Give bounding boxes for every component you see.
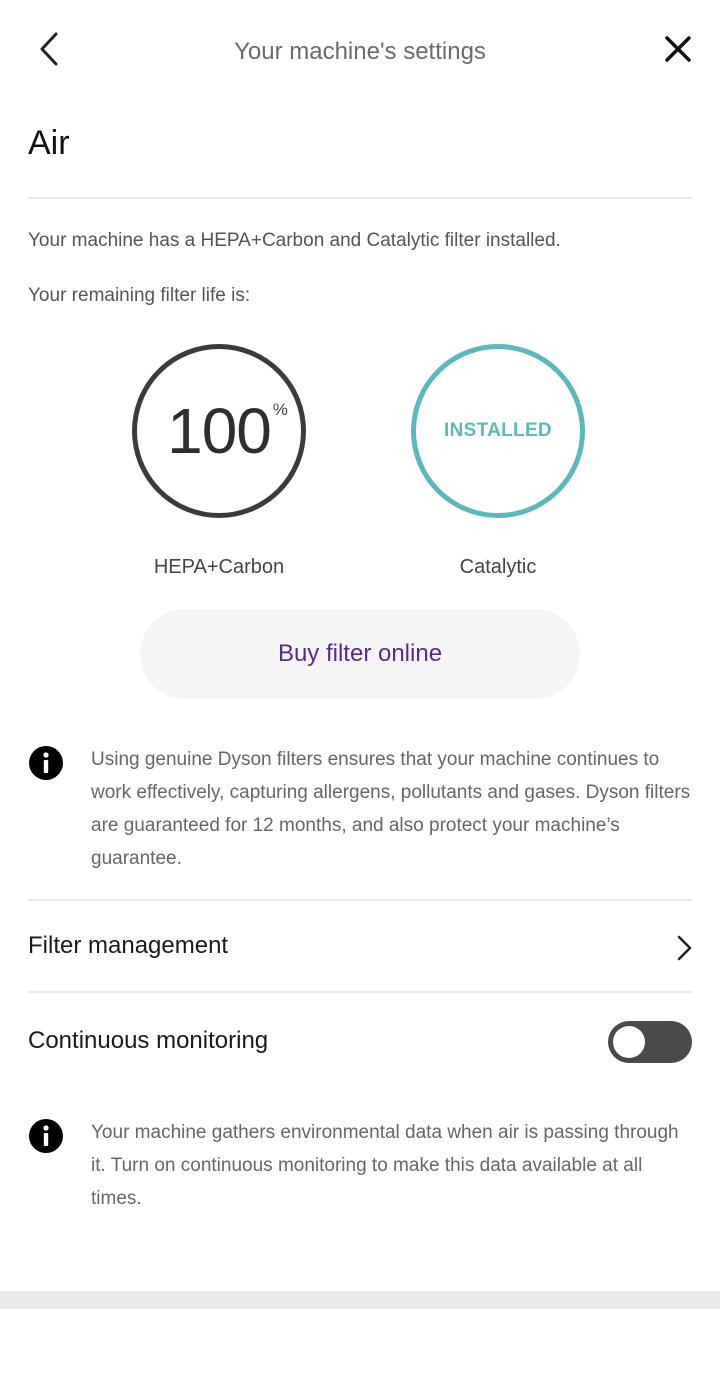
continuous-monitoring-toggle[interactable]	[608, 1021, 692, 1063]
divider	[28, 197, 692, 199]
percent-unit: %	[272, 400, 288, 419]
header: Your machine's settings	[0, 0, 720, 100]
installed-filters-text: Your machine has a HEPA+Carbon and Catal…	[28, 230, 561, 251]
remaining-life-label: Your remaining filter life is:	[28, 285, 251, 306]
continuous-monitoring-info-text: Your machine gathers environmental data …	[91, 1122, 679, 1209]
toggle-knob	[613, 1026, 645, 1058]
settings-page: Your machine's settings Air Your machine…	[0, 0, 720, 1392]
divider	[28, 991, 692, 993]
header-title: Your machine's settings	[234, 38, 486, 65]
info-icon	[29, 1119, 63, 1153]
bottom-divider-bar	[0, 1291, 720, 1309]
close-icon	[665, 36, 691, 62]
hepa-filter-life-ring: 100%	[132, 344, 306, 518]
genuine-filters-info-text: Using genuine Dyson filters ensures that…	[91, 749, 691, 869]
section-title: Air	[28, 124, 70, 162]
catalytic-filter-label: Catalytic	[459, 556, 537, 578]
catalytic-filter-ring: INSTALLED	[411, 344, 585, 518]
hepa-filter-label: HEPA+Carbon	[153, 556, 285, 578]
chevron-right-icon[interactable]	[674, 934, 694, 962]
info-icon	[29, 746, 63, 780]
continuous-monitoring-label: Continuous monitoring	[28, 1027, 269, 1054]
hepa-filter-life-value: 100%	[167, 395, 288, 467]
buy-filter-button[interactable]: Buy filter online	[140, 609, 580, 699]
catalytic-status: INSTALLED	[444, 420, 552, 441]
close-button[interactable]	[660, 30, 696, 70]
filter-management-label: Filter management	[28, 932, 229, 959]
